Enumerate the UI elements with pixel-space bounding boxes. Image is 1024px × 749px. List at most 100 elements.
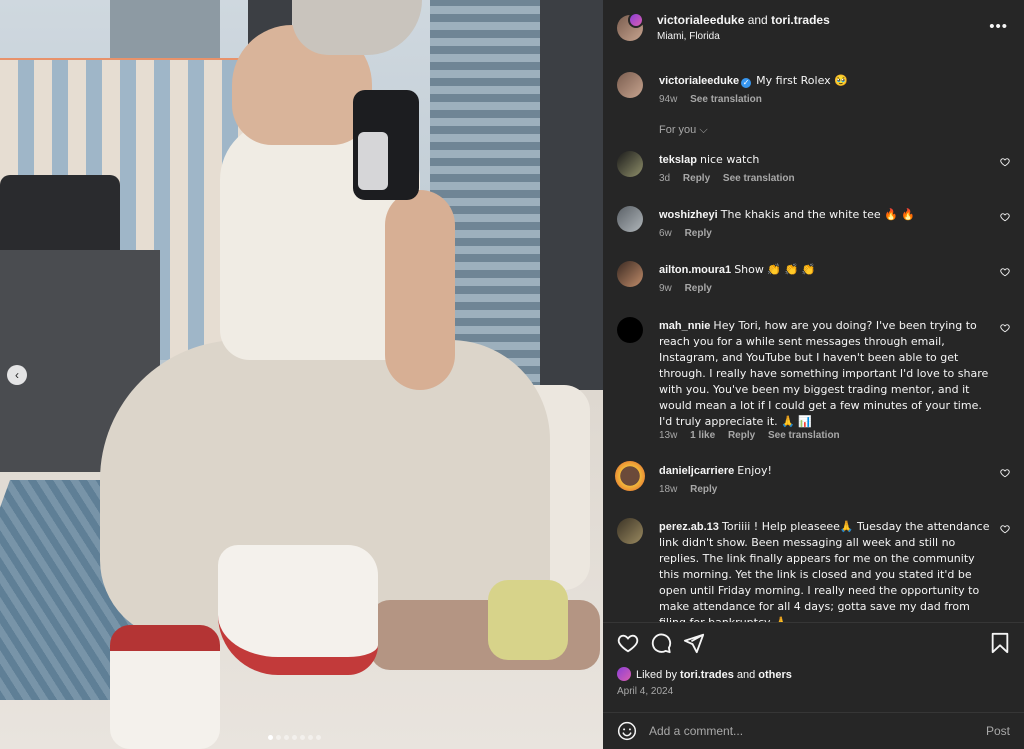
comment-meta: 9w Reply [659, 283, 722, 294]
carousel-dot [276, 735, 281, 740]
more-icon[interactable]: ••• [989, 18, 1008, 35]
collaborator-avatar[interactable] [628, 12, 644, 28]
phone-glare [358, 132, 388, 190]
caption-age: 94w [659, 94, 678, 105]
post-comment-button[interactable]: Post [986, 724, 1010, 738]
window-mullion [540, 0, 603, 390]
comment-age: 18w [659, 484, 678, 495]
comment-body: tekslap nice watch [659, 152, 994, 168]
carousel-dot [316, 735, 321, 740]
red-white-sneaker [110, 625, 220, 749]
smiley-icon[interactable] [617, 721, 637, 741]
comment-body: woshizheyi The khakis and the white tee … [659, 207, 994, 223]
like-comment-heart-icon[interactable] [1000, 524, 1010, 534]
comment-age: 9w [659, 283, 672, 294]
carousel-dot [284, 735, 289, 740]
commenter-avatar[interactable] [617, 317, 643, 343]
bookmark-icon[interactable] [989, 632, 1011, 654]
liker-username[interactable]: tori.trades [680, 669, 734, 681]
comment-meta: 3d Reply See translation [659, 173, 805, 184]
comment-username[interactable]: perez.ab.13 [659, 521, 719, 533]
see-translation-link[interactable]: See translation [723, 173, 795, 184]
likes-others-link[interactable]: others [758, 669, 792, 681]
share-icon[interactable] [683, 632, 705, 654]
verified-badge-icon: ✓ [741, 78, 752, 88]
like-comment-heart-icon[interactable] [1000, 212, 1010, 222]
reply-button[interactable]: Reply [683, 173, 710, 184]
caption-username[interactable]: victorialeeduke [659, 75, 739, 87]
comment-text: nice watch [699, 153, 760, 166]
collaborator-username[interactable]: tori.trades [771, 13, 830, 27]
reply-button[interactable]: Reply [685, 283, 712, 294]
person-arm [385, 190, 455, 390]
likes-prefix: Liked by [636, 669, 681, 681]
comment-meta: 18w Reply [659, 484, 727, 495]
see-translation-link[interactable]: See translation [768, 430, 840, 441]
comment-age: 13w [659, 430, 678, 441]
see-translation-link[interactable]: See translation [690, 94, 762, 105]
reply-button[interactable]: Reply [685, 228, 712, 239]
comment-username[interactable]: tekslap [659, 154, 697, 166]
like-comment-heart-icon[interactable] [1000, 323, 1010, 333]
comment-input[interactable] [649, 722, 949, 740]
comment-meta: 6w Reply [659, 228, 722, 239]
dresser-items [0, 175, 120, 250]
comment-sort-dropdown[interactable]: For you ⌵ [659, 124, 708, 137]
comment-text: Hey Tori, how are you doing? I've been t… [659, 319, 989, 428]
like-comment-heart-icon[interactable] [1000, 468, 1010, 478]
carousel-dot [292, 735, 297, 740]
commenter-avatar[interactable] [617, 206, 643, 232]
comment-like-count[interactable]: 1 like [690, 430, 715, 441]
commenter-avatar-story[interactable] [615, 461, 645, 491]
like-comment-heart-icon[interactable] [1000, 157, 1010, 167]
post-photo[interactable]: ‹ [0, 0, 603, 749]
carousel-dot [308, 735, 313, 740]
caption-text-row: victorialeeduke ✓ My first Rolex 🥹 [659, 73, 994, 89]
comment-text: Show 👏 👏 👏 [734, 263, 816, 276]
comment-icon[interactable] [650, 632, 672, 654]
post-authors: victorialeeduke and tori.trades [657, 13, 830, 27]
comment-username[interactable]: woshizheyi [659, 209, 718, 221]
comment-age: 3d [659, 173, 671, 184]
reply-button[interactable]: Reply [690, 484, 717, 495]
carousel-prev-button[interactable]: ‹ [7, 365, 27, 385]
carousel-dot [300, 735, 305, 740]
yellow-sneaker [488, 580, 568, 660]
authors-connector: and [744, 13, 772, 27]
comment-body: ailton.moura1 Show 👏 👏 👏 [659, 262, 994, 278]
carousel-dot [268, 735, 273, 740]
comment-username[interactable]: danieljcarriere [659, 465, 734, 477]
post-date: April 4, 2024 [617, 686, 674, 697]
comment-username[interactable]: mah_nnie [659, 320, 710, 332]
comment-meta: 13w 1 like Reply See translation [659, 430, 850, 441]
caption-meta: 94w See translation [659, 94, 772, 105]
red-white-sneaker [218, 545, 378, 675]
add-comment-bar: Post [603, 712, 1024, 749]
comment-age: 6w [659, 228, 672, 239]
comment-body: perez.ab.13 Toriiii ! Help pleaseee🙏 Tue… [659, 519, 994, 622]
comments-list[interactable]: victorialeeduke ✓ My first Rolex 🥹 94w Se… [603, 57, 1024, 622]
liker-avatar[interactable] [617, 667, 631, 681]
comment-body: mah_nnie Hey Tori, how are you doing? I'… [659, 318, 994, 430]
comment-text: Enjoy! [737, 464, 772, 477]
commenter-avatar[interactable] [617, 151, 643, 177]
comment-body: danieljcarriere Enjoy! [659, 463, 994, 479]
comment-username[interactable]: ailton.moura1 [659, 264, 731, 276]
like-comment-heart-icon[interactable] [1000, 267, 1010, 277]
reply-button[interactable]: Reply [728, 430, 755, 441]
likes-middle: and [733, 669, 759, 681]
post-side-panel: victorialeeduke and tori.trades Miami, F… [603, 0, 1024, 749]
post-location[interactable]: Miami, Florida [657, 31, 720, 42]
comment-text: The khakis and the white tee 🔥 🔥 [720, 208, 916, 221]
caption-avatar[interactable] [617, 72, 643, 98]
commenter-avatar[interactable] [617, 518, 643, 544]
post-header: victorialeeduke and tori.trades Miami, F… [603, 0, 1024, 57]
post-actions-bar [603, 622, 1024, 662]
commenter-avatar[interactable] [617, 261, 643, 287]
comment-text: Toriiii ! Help pleaseee🙏 Tuesday the att… [659, 520, 990, 622]
heart-icon[interactable] [617, 632, 639, 654]
caption-text: My first Rolex 🥹 [756, 74, 848, 87]
likes-summary[interactable]: Liked by tori.trades and others [617, 667, 792, 681]
author-username[interactable]: victorialeeduke [657, 13, 744, 27]
carousel-dots [268, 735, 321, 740]
